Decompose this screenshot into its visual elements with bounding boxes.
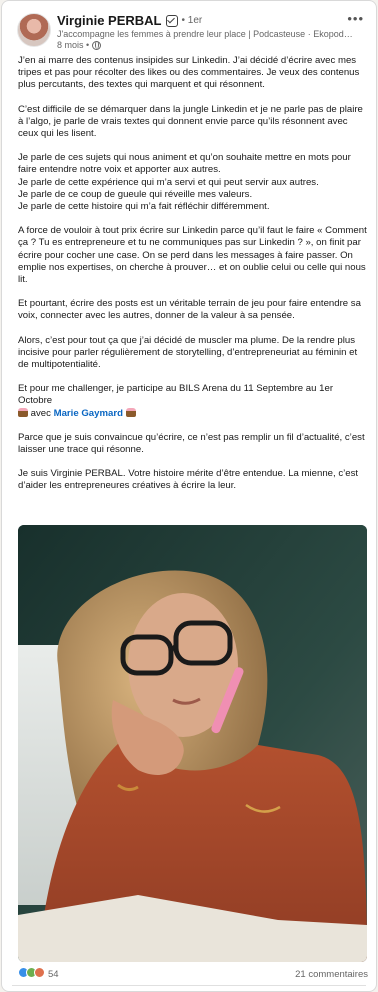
author-name[interactable]: Virginie PERBAL	[57, 13, 162, 28]
author-avatar[interactable]	[17, 13, 51, 47]
post-timestamp: 8 mois •	[57, 40, 102, 50]
footer-divider	[12, 985, 366, 986]
post-text: Et pour me challenger, je participe au B…	[18, 383, 334, 407]
reaction-count[interactable]: 54	[48, 969, 59, 980]
author-headline: J'accompagne les femmes à prendre leur p…	[57, 29, 357, 39]
post-text: avec	[30, 407, 51, 419]
post-paragraph: J’en ai marre des contenus insipides sur…	[18, 55, 360, 91]
love-icon	[34, 967, 45, 978]
mention-link[interactable]: Marie Gaymard	[54, 408, 123, 419]
post-footer: 54 21 commentaires	[18, 965, 368, 983]
globe-icon	[92, 40, 102, 50]
post-paragraph: Je parle de ces sujets qui nous animent …	[18, 152, 351, 176]
post-paragraph: Je suis Virginie PERBAL. Votre histoire …	[18, 468, 359, 492]
cake-emoji-icon	[125, 407, 136, 417]
post-paragraph: Je parle de cette histoire qui m’a fait …	[18, 201, 270, 213]
author-name-row: Virginie PERBAL • 1er	[57, 13, 202, 28]
post-paragraph: Parce que je suis convaincue qu’écrire, …	[18, 431, 365, 456]
post-paragraph: C’est difficile de se démarquer dans la …	[18, 103, 363, 140]
more-menu-icon[interactable]: •••	[347, 11, 364, 26]
post-paragraph: Je parle de ce coup de gueule qui réveil…	[18, 188, 253, 200]
post-paragraph: Et pourtant, écrire des posts est un vér…	[18, 298, 361, 322]
cake-emoji-icon	[18, 407, 28, 417]
connection-degree: • 1er	[181, 15, 203, 26]
post-card: Virginie PERBAL • 1er J'accompagne les f…	[1, 0, 377, 992]
post-image[interactable]	[18, 525, 367, 962]
post-time: 8 mois •	[57, 40, 90, 50]
portrait-illustration	[18, 525, 367, 962]
post-paragraph: Et pour me challenger, je participe au B…	[18, 383, 368, 420]
post-header: Virginie PERBAL • 1er J'accompagne les f…	[2, 1, 376, 55]
comments-count[interactable]: 21 commentaires	[295, 969, 368, 980]
post-paragraph: A force de vouloir à tout prix écrire su…	[18, 225, 367, 286]
verified-icon	[165, 14, 178, 27]
reaction-icons[interactable]	[18, 967, 45, 978]
post-body: J’en ai marre des contenus insipides sur…	[18, 55, 368, 505]
post-paragraph: Je parle de cette expérience qui m’a ser…	[18, 176, 319, 188]
post-paragraph: Alors, c’est pour tout ça que j’ai décid…	[18, 334, 358, 371]
